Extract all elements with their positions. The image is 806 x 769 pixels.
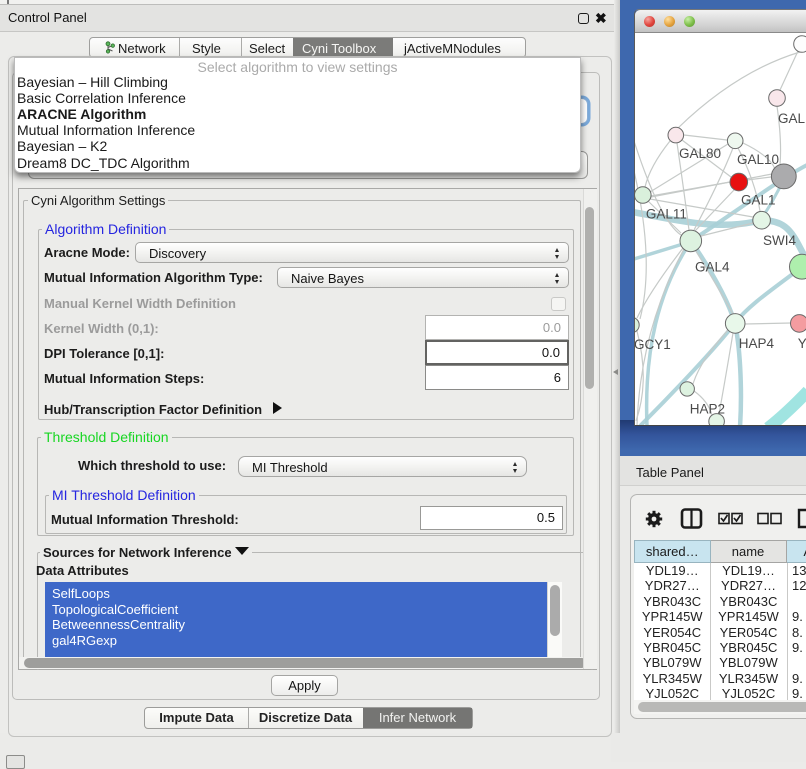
svg-text:GAL: GAL — [778, 111, 806, 126]
svg-text:GAL11: GAL11 — [646, 207, 687, 222]
svg-text:SWI4: SWI4 — [763, 233, 796, 248]
svg-text:GAL1: GAL1 — [741, 193, 776, 208]
svg-text:GCY1: GCY1 — [635, 337, 671, 352]
svg-text:HAP2: HAP2 — [690, 402, 725, 417]
svg-text:HAP4: HAP4 — [739, 336, 775, 351]
svg-text:GAL10: GAL10 — [737, 152, 779, 167]
svg-text:GAL80: GAL80 — [679, 146, 721, 161]
svg-text:GAL4: GAL4 — [695, 260, 730, 275]
svg-text:Y: Y — [798, 336, 806, 351]
